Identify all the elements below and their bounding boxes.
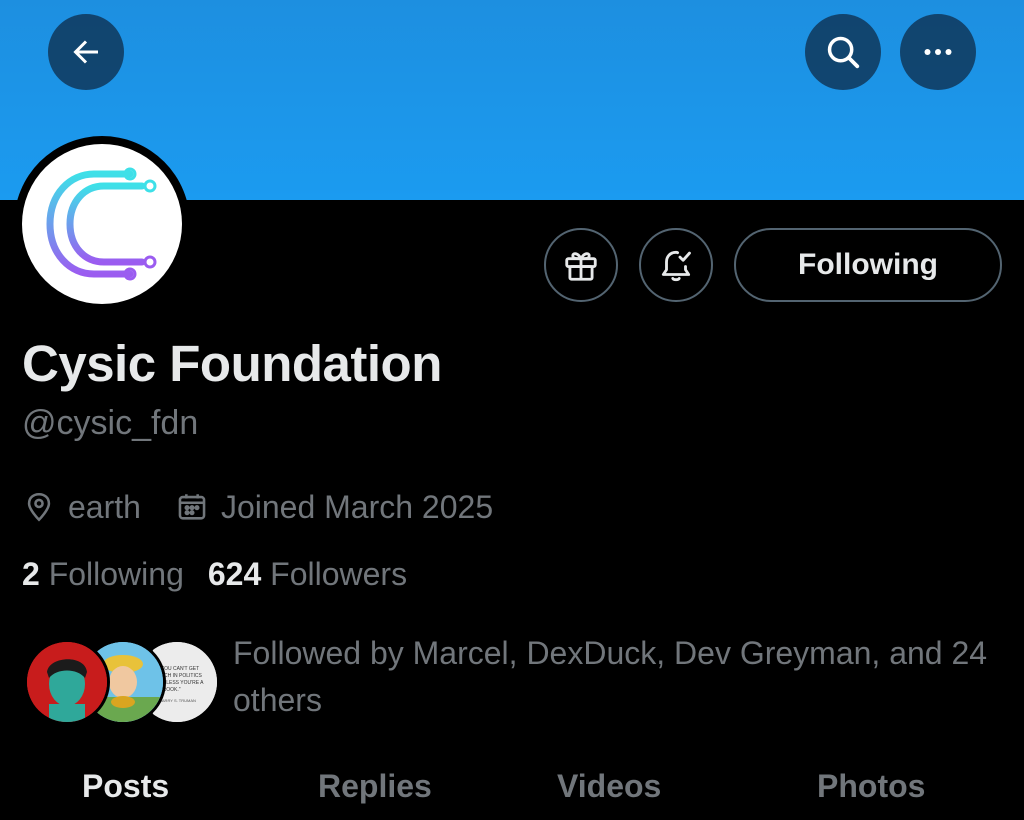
- profile-tabs: Posts Replies Videos Photos: [0, 760, 1024, 820]
- following-label: Following: [48, 556, 184, 592]
- profile-meta: earth Joined March 2025: [22, 486, 527, 528]
- location: earth: [22, 489, 141, 526]
- svg-text:HARRY S. TRUMAN: HARRY S. TRUMAN: [159, 698, 196, 703]
- followers-count: 624: [207, 556, 262, 592]
- location-pin-icon: [27, 492, 51, 522]
- followers-label: Followers: [270, 556, 408, 592]
- handle: @cysic_fdn: [22, 404, 199, 442]
- cysic-logo: [46, 167, 157, 281]
- follower-avatar-marcel: [24, 639, 110, 725]
- back-button[interactable]: [48, 14, 124, 90]
- join-date: Joined March 2025: [175, 489, 493, 526]
- bell-check-icon: [661, 250, 691, 282]
- follow-stats: 2 Following 624 Followers: [22, 556, 431, 593]
- followers-link[interactable]: 624 Followers: [208, 556, 407, 593]
- quote-text: "YOU CAN'T GET: [159, 666, 199, 672]
- arrow-left-icon: [73, 40, 98, 64]
- display-name: Cysic Foundation: [22, 335, 442, 392]
- calendar-icon: [178, 494, 206, 520]
- avatar[interactable]: [22, 144, 182, 304]
- notifications-button[interactable]: [639, 228, 713, 302]
- search-button[interactable]: [805, 14, 881, 90]
- search-icon: [827, 36, 860, 69]
- tab-videos[interactable]: Videos: [557, 768, 661, 805]
- tab-photos[interactable]: Photos: [817, 768, 925, 805]
- followed-by-avatars[interactable]: "YOU CAN'T GET RICH IN POLITICS UNLESS Y…: [22, 637, 222, 727]
- following-count: 2: [22, 556, 40, 592]
- more-horizontal-icon: [924, 49, 952, 55]
- gift-icon: [565, 252, 597, 281]
- join-date-text: Joined March 2025: [220, 488, 494, 525]
- following-link[interactable]: 2 Following: [22, 556, 184, 593]
- tab-posts[interactable]: Posts: [82, 768, 169, 805]
- more-button[interactable]: [900, 14, 976, 90]
- following-button[interactable]: Following: [734, 228, 1002, 302]
- location-text: earth: [68, 488, 141, 525]
- followed-by-text[interactable]: Followed by Marcel, DexDuck, Dev Greyman…: [233, 630, 1003, 724]
- tab-replies[interactable]: Replies: [318, 768, 432, 805]
- gift-button[interactable]: [544, 228, 618, 302]
